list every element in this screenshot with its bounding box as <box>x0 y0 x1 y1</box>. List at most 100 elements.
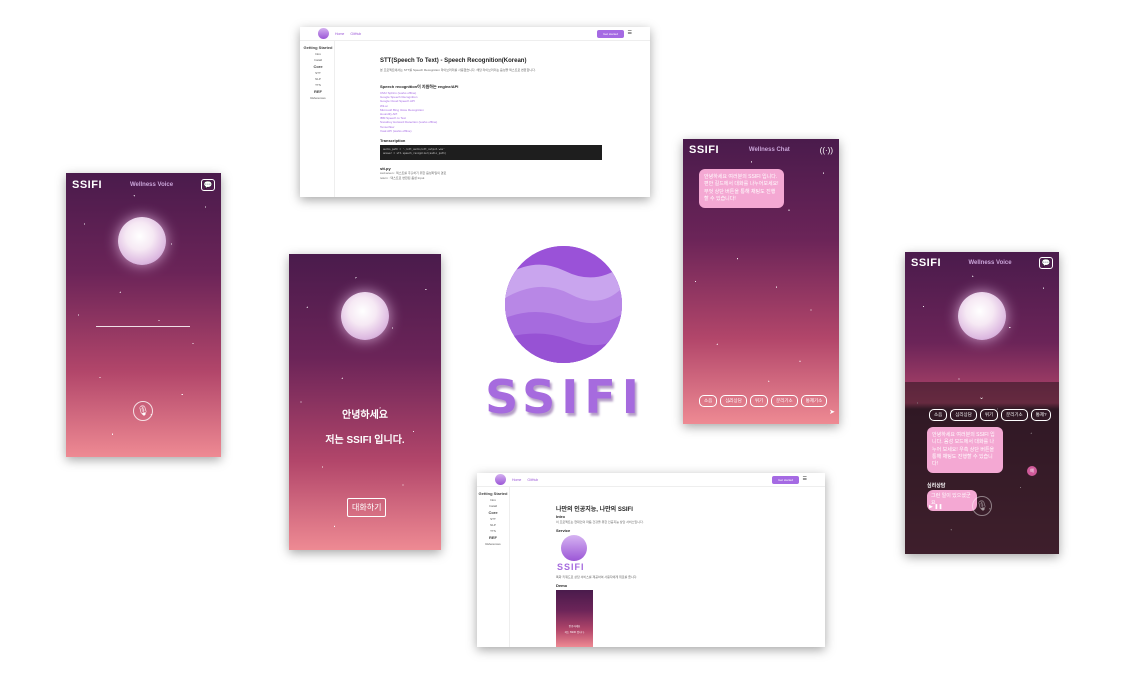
voice-wave-line <box>96 326 190 327</box>
service-caption: 특화 키워드로 상담 서비스를 제공하여 사용자에게 위로를 줍니다. <box>556 575 638 579</box>
ssifi-logo-icon <box>318 28 329 39</box>
code-line: answer = stt.speech_recognizer(audio_pat… <box>383 151 447 155</box>
sidebar-item-intro[interactable]: Intro <box>478 498 508 502</box>
sidebar-item-install[interactable]: Install <box>478 504 508 508</box>
start-chat-button[interactable]: 대화하기 <box>347 498 387 517</box>
greeting-line-2: 저는 SSIFI 입니다. <box>325 435 405 446</box>
chip-topic[interactable]: 분리기소 <box>1001 409 1028 421</box>
reply-badge[interactable]: 예 <box>1027 466 1037 476</box>
doc-stt-screenshot: Home GitHub Get started ☰ Getting Starte… <box>300 27 650 197</box>
chat-icon[interactable]: 💬 <box>1039 257 1053 269</box>
doc-sidebar: Getting Started Intro Install Core STT N… <box>478 491 508 548</box>
phone-header: SSIFI Wellness Voice 💬 <box>905 253 1059 273</box>
ssifi-wave-logo-small <box>561 535 587 561</box>
moon <box>341 292 389 340</box>
mic-button[interactable]: 🎙 <box>133 401 153 421</box>
intro-heading: Intro <box>556 514 565 519</box>
engines-list: CMU Sphinx (works offline) Google Speech… <box>380 91 437 133</box>
moon <box>118 217 166 265</box>
sidebar-divider <box>509 487 510 647</box>
bot-message-bubble: 안녕하세요 여러분의 SSIFI 입니다. 편안 길드에서 대화를 나누어보세요… <box>699 169 784 208</box>
sidebar-section-ref: REF <box>489 535 497 540</box>
nav-github-link[interactable]: GitHub <box>350 32 361 36</box>
screen-subtitle: Wellness Chat <box>748 147 790 153</box>
engine-item[interactable]: Snowboy Hotword Detection (works offline… <box>380 120 437 124</box>
ssifi-wordmark: SSIFI <box>485 370 645 424</box>
chevron-down-icon[interactable]: ⌄ <box>979 394 984 401</box>
transcription-heading: Transcription <box>380 138 406 143</box>
engines-heading: Speech recognition이 지원하는 engine/API <box>380 84 459 89</box>
chat-screen: SSIFI Wellness Chat ((·)) 안녕하세요 여러분의 SSI… <box>683 139 839 424</box>
intro-text: 본 프로젝트에서는 STT를 Speech Recognition 라이브러리를… <box>380 68 536 72</box>
wave-logo-icon <box>505 246 622 363</box>
topic-chips: 소음 심리상담 위기 분리기소 통제? <box>929 409 1052 421</box>
get-started-button[interactable]: Get started <box>772 476 799 484</box>
chip-topic[interactable]: 통제기소 <box>800 395 828 407</box>
intro-screen: 안녕하세요 저는 SSIFI 입니다. 대화하기 <box>289 254 441 550</box>
screen-subtitle: Wellness Voice <box>129 182 174 188</box>
sidebar-item-references[interactable]: References <box>303 96 333 100</box>
topic-chips: 소음 심리상담 위기 분리기소 통제기소 <box>699 395 828 407</box>
nav-home-link[interactable]: Home <box>512 478 521 482</box>
nav-home-link[interactable]: Home <box>335 32 344 36</box>
play-icon[interactable]: ▶ ❚❚ <box>929 504 943 510</box>
sidebar-section-core: Core <box>488 510 498 515</box>
chip-topic[interactable]: 분리기소 <box>771 395 798 407</box>
sidebar-item-tts[interactable]: TTS <box>303 83 333 87</box>
phone-header: SSIFI Wellness Voice 💬 <box>66 176 221 194</box>
send-icon[interactable]: ➤ <box>829 408 835 416</box>
doc-intro-screenshot: Home GitHub Get started ☰ Getting Starte… <box>477 473 825 647</box>
voice-mode-icon[interactable]: ((·)) <box>820 146 833 155</box>
page-title: 나만의 인공지능, 나만의 SSIFI <box>556 507 633 513</box>
demo-greeting-2: 저는 SSIFI 입니다. <box>564 631 585 634</box>
sidebar-divider <box>334 41 335 197</box>
brand-title: SSIFI <box>72 179 103 191</box>
brand-title: SSIFI <box>689 144 720 156</box>
ssifi-logo-icon <box>495 474 506 485</box>
sidebar-section-ref: REF <box>314 89 322 94</box>
voice-chat-screen: SSIFI Wellness Voice 💬 ⌄ 소음 심리상담 위기 분리기소… <box>905 252 1059 554</box>
chip-topic[interactable]: 소음 <box>929 409 948 421</box>
get-started-button[interactable]: Get started <box>597 30 624 38</box>
service-heading: Service <box>556 528 571 533</box>
doc-header: Home GitHub Get started ☰ <box>477 473 825 487</box>
sidebar-section: Getting Started <box>303 45 333 50</box>
sidebar-item-nlp[interactable]: NLP <box>478 523 508 527</box>
file-desc-2: return : 텍스트로 변환된 음성 Input <box>380 176 425 180</box>
menu-icon[interactable]: ☰ <box>628 30 632 36</box>
doc-sidebar: Getting Started Intro Install Core STT N… <box>303 45 333 102</box>
intro-text: 이 프로젝트는 현대인의 마음 건강을 위한 인공지능 상담 서비스입니다. <box>556 520 644 524</box>
chip-topic[interactable]: 소음 <box>699 395 718 407</box>
chip-topic[interactable]: 심리상담 <box>950 409 977 421</box>
bot-message-bubble: 안녕하세요 여러분의 SSIFI 입니다. 음성 모드에서 대화를 나누어 보세… <box>927 427 1003 474</box>
demo-phone-preview: 안녕하세요 저는 SSIFI 입니다. <box>556 590 593 647</box>
mic-button[interactable]: 🎙 <box>972 496 992 516</box>
sidebar-section: Getting Started <box>478 491 508 496</box>
sidebar-item-nlp[interactable]: NLP <box>303 77 333 81</box>
chip-topic[interactable]: 심리상담 <box>720 395 747 407</box>
greeting-line-1: 안녕하세요 <box>342 410 388 421</box>
sidebar-item-install[interactable]: Install <box>303 58 333 62</box>
demo-heading: Demo <box>556 583 568 588</box>
sidebar-item-stt[interactable]: STT <box>478 517 508 521</box>
sidebar-item-stt[interactable]: STT <box>303 71 333 75</box>
sidebar-section-core: Core <box>313 64 323 69</box>
sidebar-item-intro[interactable]: Intro <box>303 52 333 56</box>
mic-icon: 🎙 <box>136 405 150 417</box>
chat-icon[interactable]: 💬 <box>201 179 215 191</box>
chip-topic[interactable]: 통제? <box>1030 409 1052 421</box>
engine-item[interactable]: Vosk API (works offline) <box>380 129 437 133</box>
code-block: audio_path = './stt_audio/stt_output.wav… <box>380 145 602 160</box>
voice-screen: SSIFI Wellness Voice 💬 🎙 <box>66 173 221 457</box>
nav-github-link[interactable]: GitHub <box>527 478 538 482</box>
chip-topic[interactable]: 위기 <box>979 409 999 421</box>
moon <box>958 292 1006 340</box>
sidebar-item-references[interactable]: References <box>478 542 508 546</box>
demo-greeting-1: 안녕하세요 <box>568 625 581 628</box>
phone-header: SSIFI Wellness Chat ((·)) <box>683 140 839 160</box>
menu-icon[interactable]: ☰ <box>803 476 807 482</box>
chip-topic[interactable]: 위기 <box>749 395 769 407</box>
sidebar-item-tts[interactable]: TTS <box>478 529 508 533</box>
section-label: 심리상담 <box>927 483 946 489</box>
file-desc-1: ssd.seven : 텍스트를 추출하기 위한 음성파일의 경로 <box>380 171 447 175</box>
